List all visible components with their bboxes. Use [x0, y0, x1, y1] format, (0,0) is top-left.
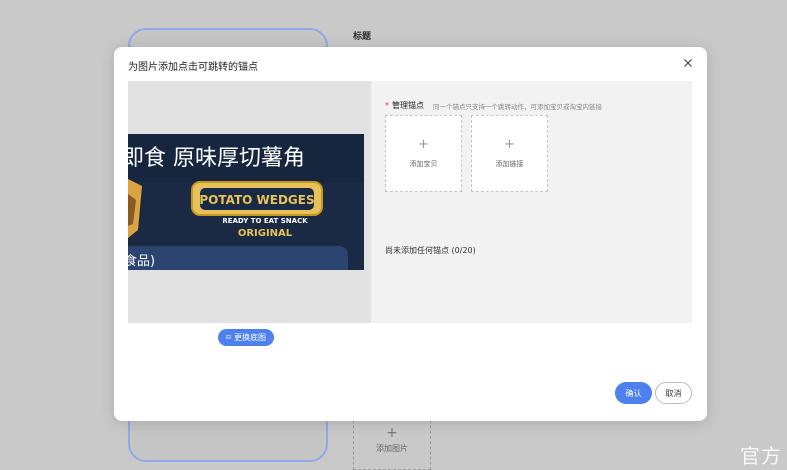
anchor-dialog: 为图片添加点击可跳转的锚点 即食 原味厚切薯角 POTATO WEDGES RE…	[114, 47, 707, 421]
product-image: 即食 原味厚切薯角 POTATO WEDGES READY TO EAT SNA…	[128, 134, 371, 270]
product-brand: POTATO WEDGES	[199, 193, 314, 207]
add-image-label: 添加图片	[376, 443, 408, 453]
background-title: 标题	[353, 32, 372, 42]
confirm-button[interactable]: 确认	[615, 382, 652, 404]
add-link-button[interactable]: + 添加链接	[471, 115, 548, 192]
watermark: 官方	[740, 444, 782, 468]
product-flavor: ORIGINAL	[238, 228, 293, 239]
product-cn-title: 即食 原味厚切薯角	[128, 146, 305, 171]
replace-image-button[interactable]: ⊟ 更换底图	[218, 329, 275, 346]
plus-icon: +	[386, 424, 398, 441]
image-icon: ⊟	[226, 334, 232, 341]
required-mark: *	[385, 101, 389, 110]
plus-icon: +	[504, 136, 515, 152]
anchor-label: * 管理锚点	[385, 101, 424, 110]
cancel-button[interactable]: 取消	[655, 382, 692, 404]
add-item-button[interactable]: + 添加宝贝	[385, 115, 462, 192]
product-bottom-text: 食品)	[128, 253, 155, 269]
dialog-title: 为图片添加点击可跳转的锚点	[128, 62, 258, 73]
replace-image-label: 更换底图	[234, 333, 267, 342]
image-preview-area[interactable]: 即食 原味厚切薯角 POTATO WEDGES READY TO EAT SNA…	[128, 81, 371, 323]
close-icon[interactable]	[681, 56, 695, 70]
add-link-label: 添加链接	[495, 159, 524, 168]
anchor-hint: 同一个锚点只支持一个跳转动作，可添加宝贝或淘宝内链接	[433, 103, 602, 111]
anchor-count-status: 尚未添加任何锚点 (0/20)	[385, 246, 476, 255]
add-item-label: 添加宝贝	[409, 159, 438, 168]
anchor-panel: * 管理锚点 同一个锚点只支持一个跳转动作，可添加宝贝或淘宝内链接 + 添加宝贝 …	[371, 81, 692, 323]
product-tagline: READY TO EAT SNACK	[222, 217, 308, 225]
plus-icon: +	[418, 136, 429, 152]
